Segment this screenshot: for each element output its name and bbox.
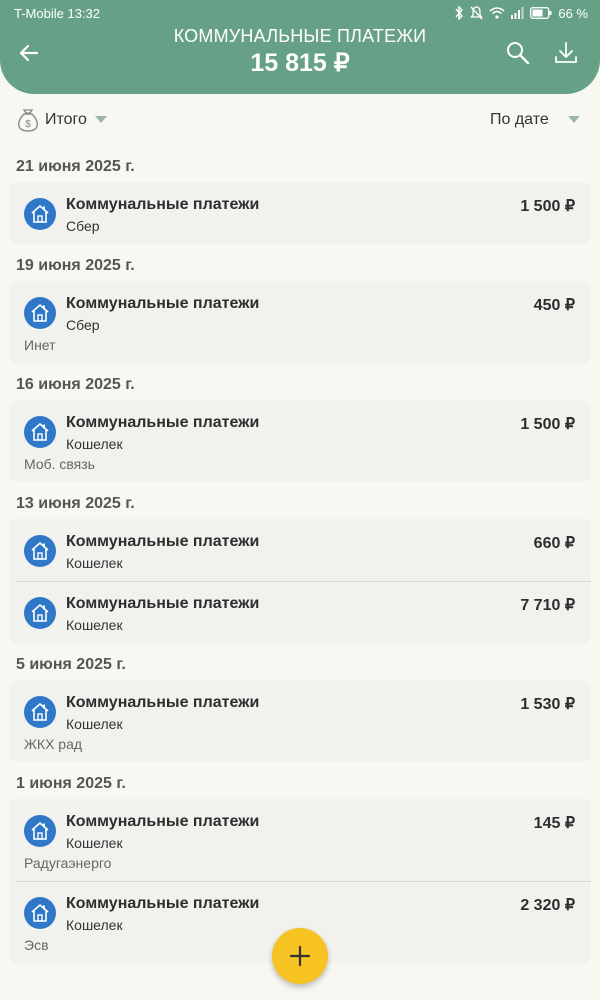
category-name: Коммунальные платежи xyxy=(66,414,260,431)
transaction-row[interactable]: Коммунальные платежи Кошелек 145 ₽ Радугаэн… xyxy=(9,799,591,881)
house-icon xyxy=(24,416,56,448)
transaction-comment: Моб. связь xyxy=(24,456,95,472)
date-header: 1 июня 2025 г. xyxy=(16,775,126,792)
transaction-row[interactable]: Коммунальные платежи Кошелек 1 530 ₽ ЖКХ ра… xyxy=(9,680,591,762)
transaction-comment: ЖКХ рад xyxy=(24,736,83,752)
transaction-comment: Инет xyxy=(24,337,56,353)
status-bar: T-Mobile 13:32 66 % xyxy=(14,4,588,22)
filter-row: $ Итого По дате xyxy=(0,100,600,140)
date-header: 13 июня 2025 г. xyxy=(16,495,135,512)
house-icon xyxy=(24,815,56,847)
account-name: Кошелек xyxy=(66,716,123,732)
house-icon xyxy=(24,897,56,929)
bluetooth-icon xyxy=(455,6,464,20)
plus-icon xyxy=(289,945,311,967)
transaction-amount: 1 500 ₽ xyxy=(520,416,575,433)
account-name: Кошелек xyxy=(66,555,123,571)
account-name: Сбер xyxy=(66,218,100,234)
transaction-amount: 450 ₽ xyxy=(533,297,575,314)
transaction-card: Коммунальные платежи Кошелек 660 ₽ Коммунал… xyxy=(9,519,591,643)
transaction-comment: Эсв xyxy=(24,937,49,953)
account-name: Кошелек xyxy=(66,835,123,851)
money-bag-icon: $ xyxy=(18,109,38,132)
signal-icon xyxy=(511,7,524,19)
svg-text:$: $ xyxy=(25,119,31,130)
category-name: Коммунальные платежи xyxy=(66,895,260,912)
category-name: Коммунальные платежи xyxy=(66,196,260,213)
transaction-row[interactable]: Коммунальные платежи Сбер 1 500 ₽ xyxy=(9,182,591,244)
transaction-amount: 1 530 ₽ xyxy=(520,696,575,713)
category-name: Коммунальные платежи xyxy=(66,533,260,550)
carrier-time: T-Mobile 13:32 xyxy=(14,5,100,21)
transaction-amount: 145 ₽ xyxy=(533,815,575,832)
transaction-row[interactable]: Коммунальные платежи Сбер 450 ₽ Инет xyxy=(9,281,591,363)
account-name: Кошелек xyxy=(66,436,123,452)
house-icon xyxy=(24,297,56,329)
download-icon[interactable] xyxy=(553,40,579,66)
search-icon[interactable] xyxy=(505,40,531,66)
date-header: 5 июня 2025 г. xyxy=(16,656,126,673)
battery-icon xyxy=(530,7,552,19)
transaction-row[interactable]: Коммунальные платежи Кошелек 660 ₽ xyxy=(9,519,591,581)
transaction-amount: 2 320 ₽ xyxy=(520,897,575,914)
transaction-card: Коммунальные платежи Кошелек 1 500 ₽ Моб. с… xyxy=(9,400,591,482)
house-icon xyxy=(24,535,56,567)
date-header: 19 июня 2025 г. xyxy=(16,257,135,274)
app-header: T-Mobile 13:32 66 % КОММУНАЛЬНЫЕ ПЛАТЕЖИ… xyxy=(0,0,600,94)
house-icon xyxy=(24,696,56,728)
transaction-amount: 1 500 ₽ xyxy=(520,198,575,215)
transaction-row[interactable]: Коммунальные платежи Кошелек 7 710 ₽ xyxy=(9,581,591,643)
account-name: Сбер xyxy=(66,317,100,333)
transaction-amount: 660 ₽ xyxy=(533,535,575,552)
sort-dropdown-icon[interactable] xyxy=(568,116,580,123)
transaction-comment: Радугаэнерго xyxy=(24,855,112,871)
sort-label[interactable]: По дате xyxy=(490,111,549,129)
category-name: Коммунальные платежи xyxy=(66,295,260,312)
transaction-amount: 7 710 ₽ xyxy=(520,597,575,614)
transaction-card: Коммунальные платежи Сбер 1 500 ₽ xyxy=(9,182,591,244)
battery-level: 66 % xyxy=(558,5,588,21)
category-name: Коммунальные платежи xyxy=(66,813,260,830)
account-name: Кошелек xyxy=(66,617,123,633)
date-header: 21 июня 2025 г. xyxy=(16,158,135,175)
mute-icon xyxy=(470,6,484,20)
account-name: Кошелек xyxy=(66,917,123,933)
add-transaction-button[interactable] xyxy=(272,928,328,984)
category-name: Коммунальные платежи xyxy=(66,694,260,711)
transaction-card: Коммунальные платежи Кошелек 1 530 ₽ ЖКХ ра… xyxy=(9,680,591,762)
date-header: 16 июня 2025 г. xyxy=(16,376,135,393)
house-icon xyxy=(24,198,56,230)
transaction-row[interactable]: Коммунальные платежи Кошелек 1 500 ₽ Моб. с… xyxy=(9,400,591,482)
category-name: Коммунальные платежи xyxy=(66,595,260,612)
total-filter-dropdown-icon[interactable] xyxy=(95,116,107,123)
house-icon xyxy=(24,597,56,629)
total-filter-label[interactable]: Итого xyxy=(45,111,87,129)
wifi-icon xyxy=(489,7,505,19)
transaction-card: Коммунальные платежи Сбер 450 ₽ Инет xyxy=(9,281,591,363)
status-icons: 66 % xyxy=(454,6,588,21)
